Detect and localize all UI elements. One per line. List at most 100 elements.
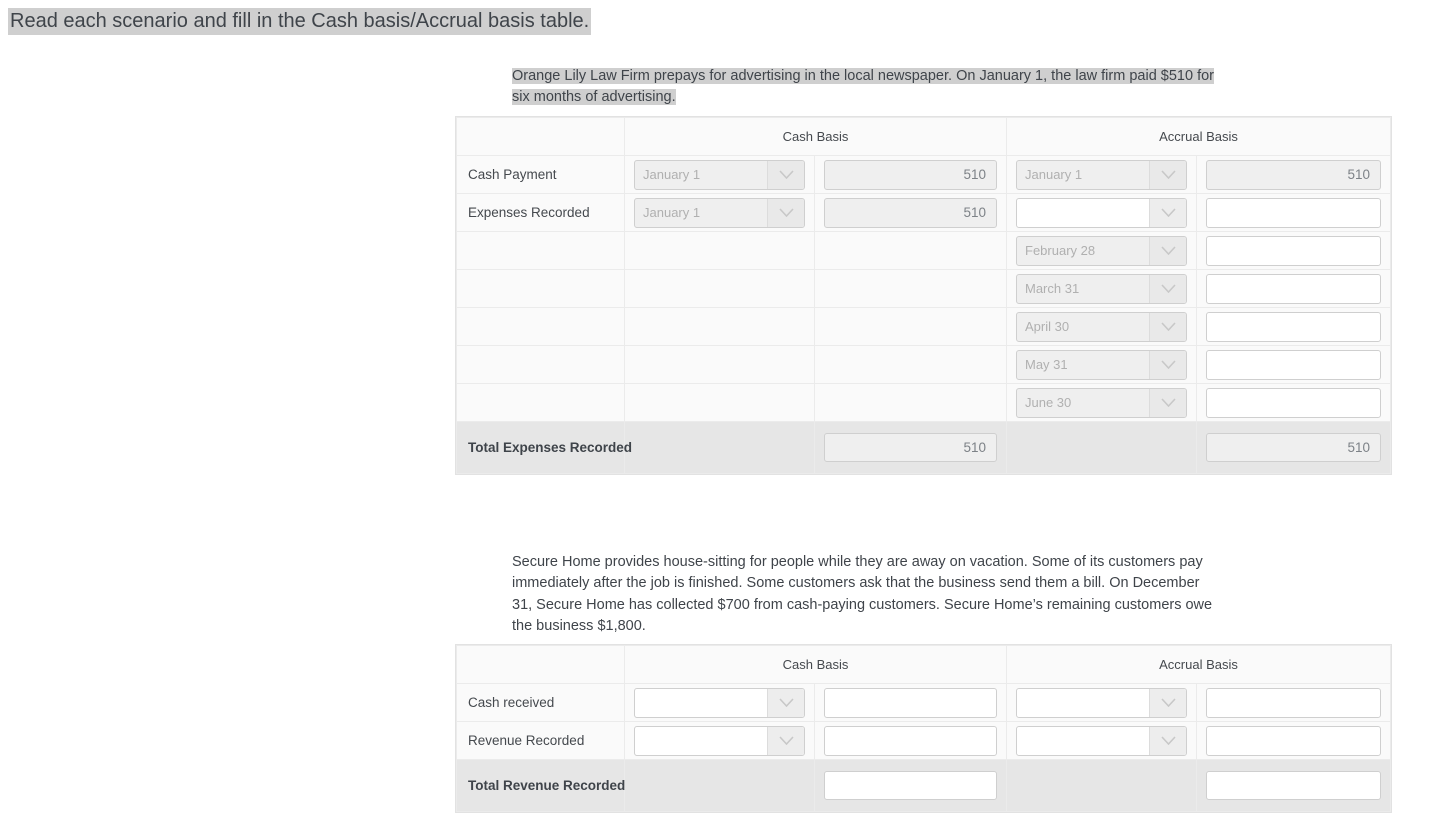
accrual-date-dropdown-button[interactable] — [1149, 275, 1186, 303]
cell-accrual-amount — [1197, 308, 1391, 346]
total-label: Total Expenses Recorded — [457, 422, 625, 474]
total-label: Total Revenue Recorded — [457, 760, 625, 812]
accrual-amount-input[interactable] — [1206, 688, 1381, 718]
accrual-amount-wrap — [1197, 726, 1390, 756]
row-label-empty — [457, 346, 625, 384]
table-row: June 30 — [457, 384, 1391, 422]
accrual-amount-input[interactable] — [1206, 236, 1381, 266]
accrual-date-dropdown-button[interactable] — [1149, 161, 1186, 189]
scenario-2-line-4: the business $1,800. — [512, 618, 646, 634]
cash-amount-input[interactable] — [824, 688, 997, 718]
cell-empty — [625, 232, 815, 270]
cell-empty — [1007, 422, 1197, 474]
accrual-amount-input[interactable] — [1206, 350, 1381, 380]
cell-cash-date: January 1 — [625, 156, 815, 194]
cash-date-dropdown-button[interactable] — [767, 161, 804, 189]
chevron-down-icon — [779, 170, 794, 179]
accrual-date-dropdown[interactable] — [1016, 688, 1187, 718]
cell-cash-date: January 1 — [625, 194, 815, 232]
total-accrual-amount-input[interactable]: 510 — [1206, 433, 1381, 462]
accrual-amount-input[interactable]: 510 — [1206, 160, 1381, 190]
table-row: Cash Payment January 1 510 — [457, 156, 1391, 194]
accrual-amount-input[interactable] — [1206, 198, 1381, 228]
cell-accrual-date: February 28 — [1007, 232, 1197, 270]
accrual-date-dropdown-button[interactable] — [1149, 313, 1186, 341]
table-row: Expenses Recorded January 1 510 — [457, 194, 1391, 232]
cash-date-wrap: January 1 — [625, 198, 814, 228]
accrual-date-dropdown[interactable]: April 30 — [1016, 312, 1187, 342]
total-accrual-field — [1197, 771, 1390, 800]
table-row: Revenue Recorded — [457, 722, 1391, 760]
chevron-down-icon — [1161, 398, 1176, 407]
accrual-date-wrap: April 30 — [1007, 312, 1196, 342]
cash-date-dropdown-button[interactable] — [767, 689, 804, 717]
row-label-expenses-recorded: Expenses Recorded — [457, 194, 625, 232]
cash-date-dropdown[interactable] — [634, 688, 805, 718]
accrual-amount-wrap — [1197, 688, 1390, 718]
accrual-date-dropdown[interactable]: February 28 — [1016, 236, 1187, 266]
accrual-date-dropdown-button[interactable] — [1149, 727, 1186, 755]
cash-amount-input[interactable]: 510 — [824, 160, 997, 190]
chevron-down-icon — [779, 736, 794, 745]
scenario-1-text: Orange Lily Law Firm prepays for adverti… — [512, 66, 1324, 109]
row-label-empty — [457, 270, 625, 308]
cell-empty — [625, 422, 815, 474]
scenario-1-line-2: six months of advertising. — [512, 89, 676, 105]
cash-amount-input[interactable]: 510 — [824, 198, 997, 228]
cash-date-dropdown[interactable]: January 1 — [634, 160, 805, 190]
cell-empty — [815, 232, 1007, 270]
cell-empty — [1007, 760, 1197, 812]
chevron-down-icon — [1161, 322, 1176, 331]
accrual-date-wrap — [1007, 726, 1196, 756]
accrual-date-dropdown[interactable]: March 31 — [1016, 274, 1187, 304]
accrual-date-dropdown-button[interactable] — [1149, 199, 1186, 227]
cash-date-dropdown[interactable]: January 1 — [634, 198, 805, 228]
total-cash-amount-input[interactable] — [824, 771, 997, 800]
cell-accrual-date: April 30 — [1007, 308, 1197, 346]
table-row: May 31 — [457, 346, 1391, 384]
accrual-date-wrap: January 1 — [1007, 160, 1196, 190]
accrual-date-dropdown-button[interactable] — [1149, 689, 1186, 717]
accrual-date-dropdown[interactable] — [1016, 198, 1187, 228]
accrual-date-dropdown-button[interactable] — [1149, 389, 1186, 417]
accrual-date-dropdown[interactable] — [1016, 726, 1187, 756]
total-cash-amount-input[interactable]: 510 — [824, 433, 997, 462]
accrual-date-wrap: February 28 — [1007, 236, 1196, 266]
accrual-amount-input[interactable] — [1206, 274, 1381, 304]
cell-cash-date — [625, 684, 815, 722]
accrual-date-dropdown[interactable]: June 30 — [1016, 388, 1187, 418]
accrual-date-dropdown[interactable]: May 31 — [1016, 350, 1187, 380]
table-1-cash-basis-header: Cash Basis — [625, 118, 1007, 156]
accrual-date-dropdown[interactable]: January 1 — [1016, 160, 1187, 190]
accrual-amount-input[interactable] — [1206, 312, 1381, 342]
chevron-down-icon — [1161, 284, 1176, 293]
chevron-down-icon — [1161, 208, 1176, 217]
cash-date-dropdown[interactable] — [634, 726, 805, 756]
accrual-date-value: June 30 — [1017, 389, 1149, 417]
accrual-amount-wrap — [1197, 198, 1390, 228]
accrual-date-value: March 31 — [1017, 275, 1149, 303]
row-label-revenue-recorded: Revenue Recorded — [457, 722, 625, 760]
cash-amount-input[interactable] — [824, 726, 997, 756]
accrual-date-dropdown-button[interactable] — [1149, 237, 1186, 265]
scenario-2-line-2: immediately after the job is finished. S… — [512, 575, 1199, 591]
table-row: February 28 — [457, 232, 1391, 270]
accrual-amount-input[interactable] — [1206, 726, 1381, 756]
accrual-amount-input[interactable] — [1206, 388, 1381, 418]
total-cash-field — [815, 771, 1006, 800]
cash-amount-wrap: 510 — [815, 198, 1006, 228]
total-accrual-amount-input[interactable] — [1206, 771, 1381, 800]
cash-date-dropdown-button[interactable] — [767, 727, 804, 755]
chevron-down-icon — [1161, 698, 1176, 707]
cell-accrual-date — [1007, 684, 1197, 722]
cash-date-dropdown-button[interactable] — [767, 199, 804, 227]
accrual-date-dropdown-button[interactable] — [1149, 351, 1186, 379]
cell-accrual-amount — [1197, 270, 1391, 308]
accrual-date-value: April 30 — [1017, 313, 1149, 341]
cell-empty — [815, 308, 1007, 346]
cell-cash-amount — [815, 722, 1007, 760]
table-1-accrual-basis-header: Accrual Basis — [1007, 118, 1391, 156]
cell-accrual-date — [1007, 194, 1197, 232]
row-label-empty — [457, 308, 625, 346]
table-2-header-row: Cash Basis Accrual Basis — [457, 646, 1391, 684]
